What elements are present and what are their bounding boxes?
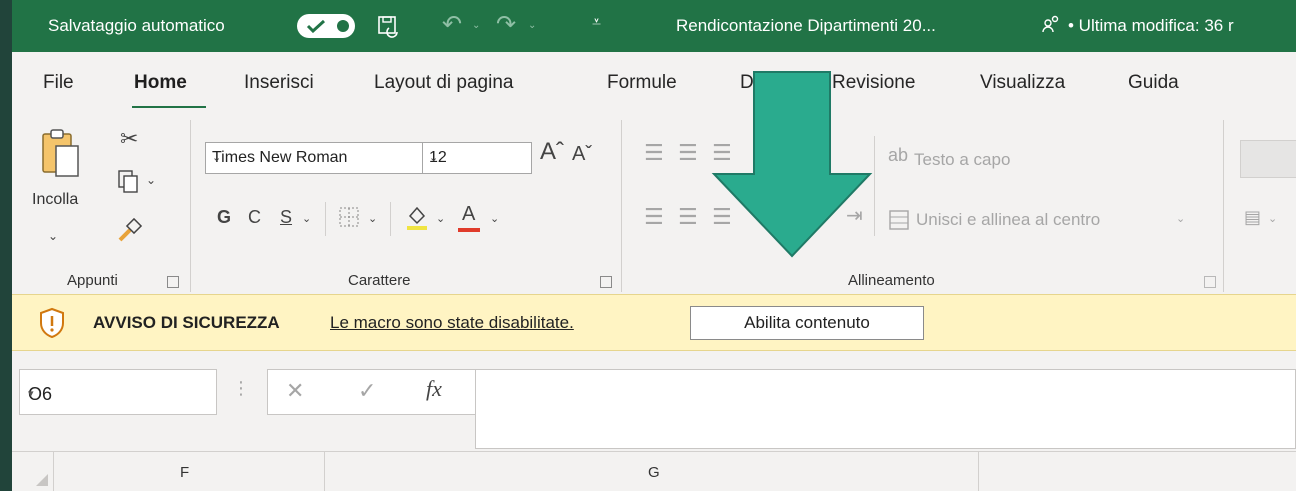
name-box[interactable]: O6 ▾ <box>19 369 217 415</box>
undo-icon[interactable]: ↶ <box>442 10 462 39</box>
borders-dropdown-icon[interactable]: ⌄ <box>368 214 377 225</box>
tab-home[interactable]: Home <box>134 72 187 94</box>
increase-font-icon[interactable]: Aˆ <box>540 140 564 164</box>
fill-color-icon[interactable] <box>404 204 430 232</box>
font-color-dropdown-icon[interactable]: ⌄ <box>490 214 499 225</box>
group-separator <box>190 120 191 292</box>
alignment-group-label: Allineamento <box>848 272 935 289</box>
clipboard-launcher-icon[interactable] <box>167 276 179 288</box>
group-separator <box>621 120 622 292</box>
cancel-icon[interactable]: ✕ <box>286 380 304 402</box>
paste-dropdown-icon[interactable]: ⌄ <box>48 230 58 242</box>
formula-bar: O6 ▾ ⋮ ✕ ✓ fx <box>12 351 1296 451</box>
chevron-down-icon: ⌄ <box>212 152 222 164</box>
callout-arrow <box>711 71 873 258</box>
paste-label[interactable]: Incolla <box>32 191 78 209</box>
autosave-label: Salvataggio automatico <box>48 16 225 35</box>
autosave-toggle[interactable] <box>297 14 355 38</box>
document-title[interactable]: Rendicontazione Dipartimenti 20... <box>676 16 936 36</box>
ribbon-home: Incolla ⌄ ✂ ⌄ Appunti Times New Roman ⌄ … <box>12 108 1296 294</box>
accounting-format-icon[interactable]: ▤ <box>1244 208 1261 226</box>
coauthors-icon[interactable] <box>1042 14 1062 34</box>
security-warning-bar: AVVISO DI SICUREZZA Le macro sono state … <box>12 294 1296 351</box>
tab-file[interactable]: File <box>43 72 74 94</box>
merge-center-icon[interactable] <box>889 210 909 230</box>
underline-button[interactable]: S <box>280 208 292 226</box>
font-group-label: Carattere <box>348 272 411 289</box>
copy-dropdown-icon[interactable]: ⌄ <box>146 174 156 186</box>
security-warning-title: AVVISO DI SICUREZZA <box>93 313 280 332</box>
ribbon-tabs: File Home Inserisci Layout di pagina For… <box>12 52 1296 109</box>
customize-qat-icon[interactable]: ⩡ <box>592 14 601 32</box>
chevron-down-icon: ⌄ <box>429 152 439 164</box>
tab-insert[interactable]: Inserisci <box>244 72 314 94</box>
tab-page-layout[interactable]: Layout di pagina <box>374 72 513 94</box>
formula-buttons: ✕ ✓ fx <box>267 369 477 415</box>
tab-view[interactable]: Visualizza <box>980 72 1065 94</box>
merge-center-button[interactable]: Unisci e allinea al centro <box>916 210 1100 230</box>
cut-icon[interactable]: ✂ <box>120 128 138 150</box>
tab-formulas[interactable]: Formule <box>607 72 677 94</box>
font-color-button[interactable]: A <box>462 204 475 224</box>
enable-content-button[interactable]: Abilita contenuto <box>690 306 924 340</box>
font-color-swatch <box>458 228 480 232</box>
align-middle-icon[interactable]: ☰ <box>678 142 698 164</box>
alignment-launcher-icon[interactable] <box>1204 276 1216 288</box>
align-top-icon[interactable]: ☰ <box>644 142 664 164</box>
wrap-text-icon[interactable]: ab <box>888 146 908 164</box>
accounting-dropdown-icon[interactable]: ⌄ <box>1268 214 1277 225</box>
select-all-icon[interactable] <box>36 474 48 486</box>
security-warning-link[interactable]: Le macro sono state disabilitate. <box>330 313 574 333</box>
save-icon[interactable] <box>376 14 400 38</box>
title-bar: Salvataggio automatico ↶ ⌄ ↷ ⌄ ⩡ Rendico… <box>12 0 1296 52</box>
column-header-f[interactable]: F <box>180 464 189 481</box>
enter-icon[interactable]: ✓ <box>358 380 376 402</box>
paste-icon[interactable] <box>40 128 80 180</box>
bold-button[interactable]: G <box>217 208 231 226</box>
wrap-text-button[interactable]: Testo a capo <box>914 150 1010 170</box>
copy-icon[interactable] <box>118 170 140 194</box>
decrease-font-icon[interactable]: Aˇ <box>572 144 592 164</box>
fill-color-dropdown-icon[interactable]: ⌄ <box>436 214 445 225</box>
tab-help[interactable]: Guida <box>1128 72 1179 94</box>
column-header-g[interactable]: G <box>648 464 660 481</box>
underline-dropdown-icon[interactable]: ⌄ <box>302 214 311 225</box>
font-launcher-icon[interactable] <box>600 276 612 288</box>
chevron-down-icon: ▾ <box>28 388 34 400</box>
redo-icon[interactable]: ↷ <box>496 10 516 39</box>
redo-dropdown-icon[interactable]: ⌄ <box>528 20 536 31</box>
formula-input[interactable] <box>475 369 1296 449</box>
borders-icon[interactable] <box>338 206 360 228</box>
group-separator <box>1223 120 1224 292</box>
column-headers: F G <box>12 451 1296 491</box>
italic-button[interactable]: C <box>248 208 261 226</box>
format-painter-icon[interactable] <box>116 218 142 244</box>
align-left-icon[interactable]: ☰ <box>644 206 664 228</box>
shield-warning-icon <box>40 307 64 339</box>
align-center-icon[interactable]: ☰ <box>678 206 698 228</box>
excel-window: Salvataggio automatico ↶ ⌄ ↷ ⌄ ⩡ Rendico… <box>12 0 1296 491</box>
formula-bar-grip-icon[interactable]: ⋮ <box>232 379 250 397</box>
check-icon <box>306 19 326 33</box>
font-name-combo[interactable]: Times New Roman ⌄ <box>205 142 425 174</box>
merge-dropdown-icon[interactable]: ⌄ <box>1176 214 1185 225</box>
font-size-combo[interactable]: 12 ⌄ <box>422 142 532 174</box>
undo-dropdown-icon[interactable]: ⌄ <box>472 20 480 31</box>
last-modified[interactable]: • Ultima modifica: 36 r <box>1068 16 1234 36</box>
insert-function-icon[interactable]: fx <box>426 378 442 400</box>
clipboard-group-label: Appunti <box>67 272 118 289</box>
number-format-combo[interactable] <box>1240 140 1296 178</box>
